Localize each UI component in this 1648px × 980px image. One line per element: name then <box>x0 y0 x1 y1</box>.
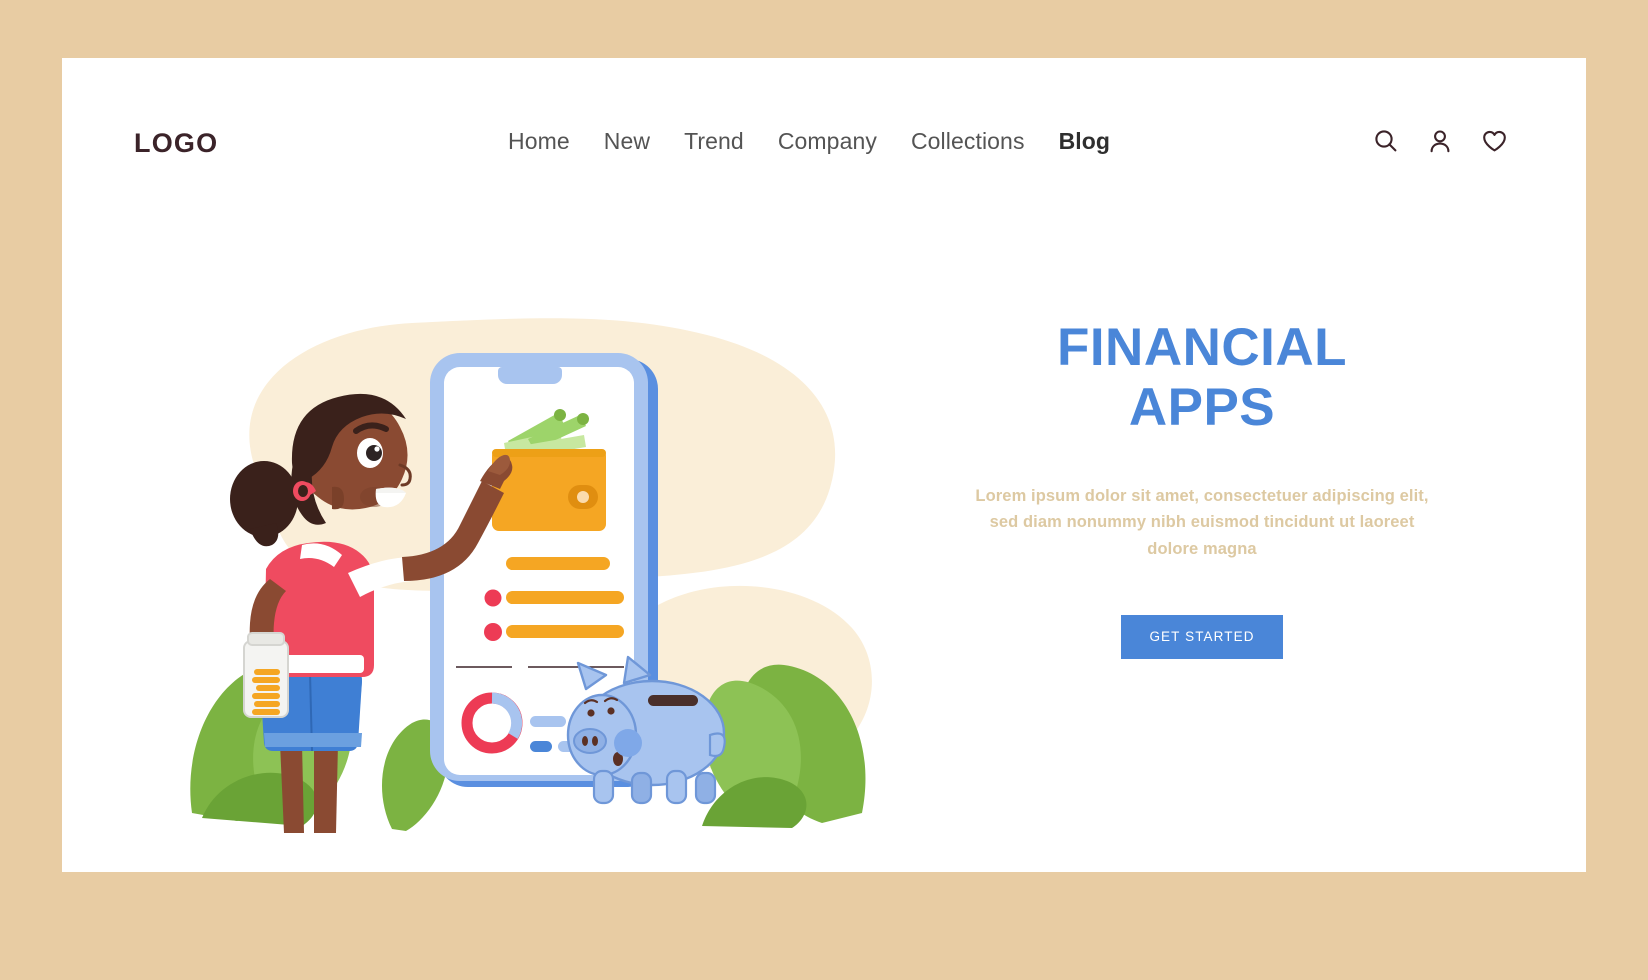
page-title-line1: FINANCIAL <box>1056 318 1348 377</box>
header-icon-group <box>1373 128 1508 154</box>
nav-item-company[interactable]: Company <box>778 128 877 155</box>
hero-description: Lorem ipsum dolor sit amet, consectetuer… <box>975 486 1429 559</box>
nav-item-trend[interactable]: Trend <box>684 128 744 155</box>
get-started-button[interactable]: GET STARTED <box>1121 614 1283 659</box>
search-icon[interactable] <box>1373 128 1399 154</box>
nav-item-new[interactable]: New <box>604 128 650 155</box>
page-title: FINANCIAL APPS <box>952 318 1452 438</box>
nav-item-home[interactable]: Home <box>508 128 570 155</box>
hero-text-block: FINANCIAL APPS Lorem ipsum dolor sit ame… <box>952 318 1452 659</box>
heart-icon[interactable] <box>1481 128 1508 154</box>
nav-item-collections[interactable]: Collections <box>911 128 1025 155</box>
page-card: LOGO Home New Trend Company Collections … <box>62 58 1586 872</box>
coin-jar <box>243 632 289 718</box>
logo[interactable]: LOGO <box>134 128 218 159</box>
user-icon[interactable] <box>1427 128 1453 154</box>
site-header: LOGO Home New Trend Company Collections … <box>62 58 1586 198</box>
nav-item-blog[interactable]: Blog <box>1059 128 1111 155</box>
cta-wrapper: GET STARTED <box>952 614 1452 659</box>
hero-illustration <box>162 273 882 833</box>
page-title-line2: APPS <box>1128 377 1276 437</box>
main-navigation: Home New Trend Company Collections Blog <box>508 128 1110 155</box>
